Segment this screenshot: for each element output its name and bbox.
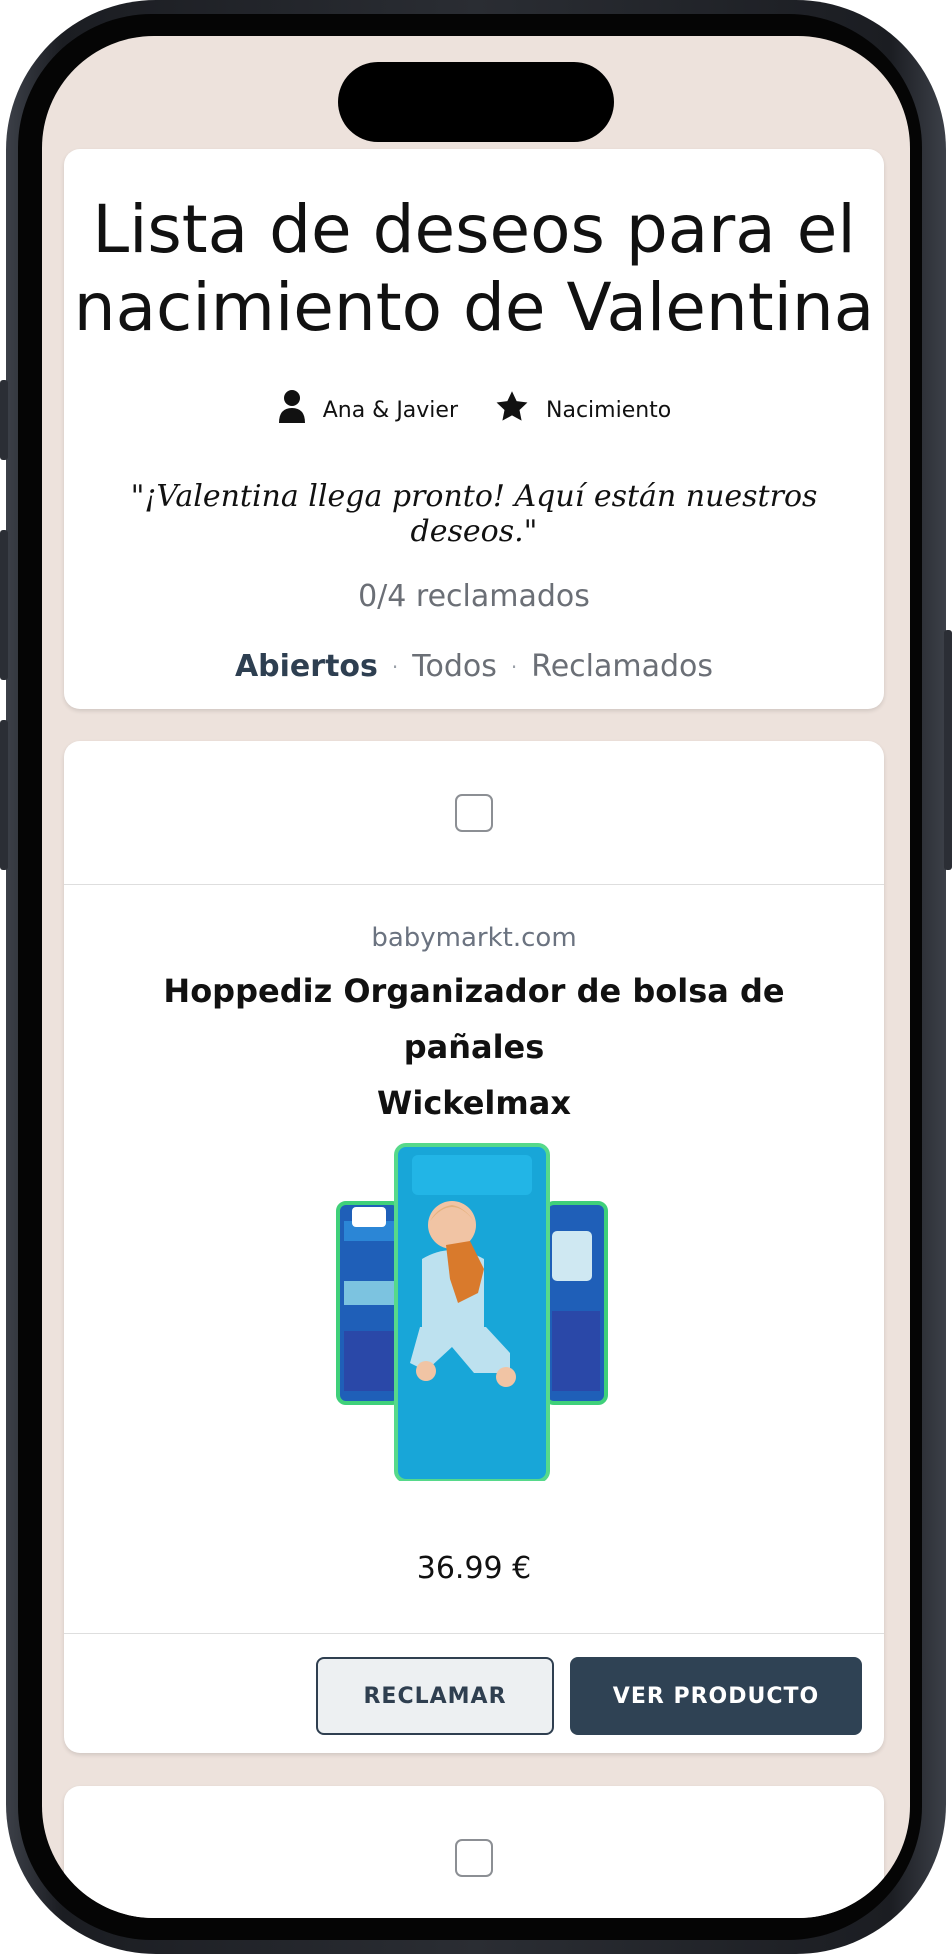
star-icon — [494, 389, 530, 431]
occasion-name: Nacimiento — [546, 397, 672, 423]
item-checkbox[interactable] — [455, 794, 493, 832]
dynamic-island — [338, 62, 614, 142]
divider — [64, 884, 884, 885]
volume-down-button — [0, 720, 8, 870]
filter-tabs: Abiertos · Todos · Reclamados — [64, 649, 884, 684]
item-name-line-1: Hoppediz Organizador de bolsa de pañales — [163, 972, 785, 1066]
volume-up-button — [0, 530, 8, 680]
item-name-line-2: Wickelmax — [377, 1084, 571, 1122]
page-title: Lista de deseos para el nacimiento de Va… — [64, 191, 884, 347]
item-checkbox[interactable] — [455, 1839, 493, 1877]
person-icon — [277, 389, 307, 431]
power-button — [944, 630, 952, 870]
title-line-1: Lista de deseos para el — [92, 191, 856, 268]
filter-separator: · — [391, 654, 399, 679]
product-image[interactable] — [334, 1141, 614, 1481]
action-button — [0, 380, 8, 460]
view-product-button[interactable]: VER PRODUCTO — [570, 1657, 862, 1735]
filter-claimed[interactable]: Reclamados — [531, 649, 713, 684]
wishlist-meta: Ana & Javier Nacimiento — [64, 389, 884, 431]
claim-button[interactable]: RECLAMAR — [316, 1657, 554, 1735]
item-price: 36.99 € — [416, 1551, 532, 1586]
filter-separator: · — [510, 654, 518, 679]
owners-meta: Ana & Javier — [277, 389, 458, 431]
wishlist-item-card: babymarkt.com Hoppediz Organizador de bo… — [64, 741, 884, 1753]
filter-open[interactable]: Abiertos — [235, 649, 378, 684]
item-name: Hoppediz Organizador de bolsa de pañales… — [104, 963, 844, 1131]
owners-name: Ana & Javier — [322, 397, 459, 423]
title-line-2: nacimiento de Valentina — [73, 269, 875, 346]
wishlist-message: "¡Valentina llega pronto! Aquí están nue… — [130, 479, 818, 549]
wishlist-header-card: Lista de deseos para el nacimiento de Va… — [64, 149, 884, 709]
phone-screen: Lista de deseos para el nacimiento de Va… — [42, 36, 910, 1918]
wishlist-item-card — [64, 1786, 884, 1918]
occasion-meta: Nacimiento — [494, 389, 671, 431]
divider — [64, 1633, 884, 1634]
filter-all[interactable]: Todos — [412, 649, 497, 684]
claimed-count: 0/4 reclamados — [358, 579, 590, 614]
item-domain: babymarkt.com — [371, 923, 577, 953]
